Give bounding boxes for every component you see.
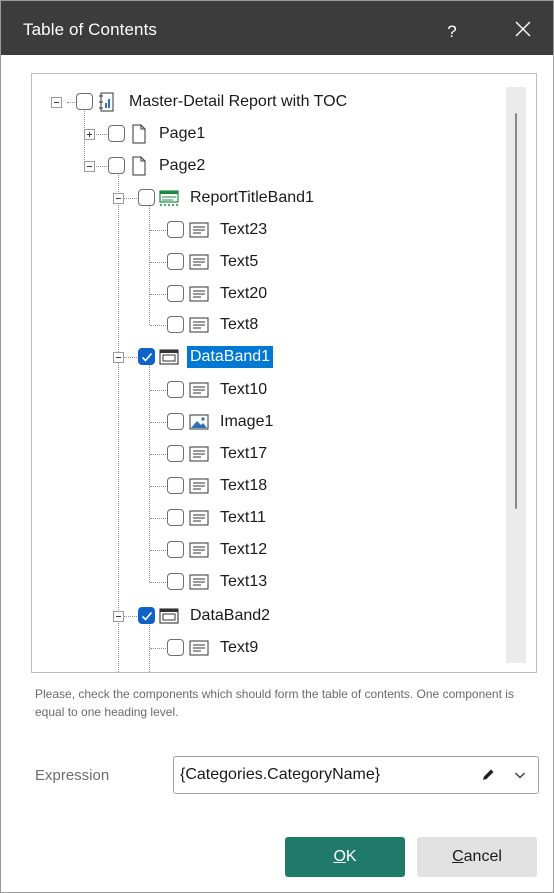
expression-value[interactable]: {Categories.CategoryName} [180,766,380,784]
help-button[interactable]: ? [427,1,477,55]
tree-checkbox[interactable] [167,221,184,238]
tree-checkbox[interactable] [167,639,184,656]
data-band-icon [159,608,179,624]
text-icon [189,574,209,590]
tree-label[interactable]: Text11 [220,507,266,529]
window-title: Table of Contents [23,20,158,39]
text-icon [189,640,209,656]
cancel-label-rest: ancel [463,848,502,865]
tree-checkbox[interactable] [108,125,125,142]
tree-label[interactable]: DataBand2 [190,605,270,627]
text-icon [189,446,209,462]
tree-line [149,205,150,325]
close-icon [515,21,531,37]
cancel-mnemonic: C [452,848,464,865]
tree-label[interactable]: Page2 [159,155,205,177]
tree-line [150,262,166,263]
tree-line [150,230,166,231]
expand-toggle[interactable] [84,129,95,140]
expression-field[interactable]: {Categories.CategoryName} [173,756,539,794]
pencil-icon[interactable] [480,767,496,783]
tree-checkbox[interactable] [167,573,184,590]
text-icon [189,478,209,494]
collapse-toggle[interactable] [113,611,124,622]
tree-checkbox[interactable] [167,316,184,333]
text-icon [189,222,209,238]
tree-line [150,648,166,649]
ok-button[interactable]: OK [285,837,405,877]
tree-checkbox[interactable] [167,253,184,270]
tree-line [150,390,166,391]
page-icon [132,156,146,176]
components-tree[interactable]: Master-Detail Report with TOC Page1 Page… [31,73,537,673]
collapse-toggle[interactable] [84,161,95,172]
tree-label[interactable]: Text18 [220,475,267,497]
text-icon [189,254,209,270]
tree-line [150,422,166,423]
image-icon [189,414,209,430]
tree-checkbox[interactable] [76,93,93,110]
collapse-toggle[interactable] [51,97,62,108]
ok-mnemonic: O [333,848,346,865]
tree-line [150,518,166,519]
check-icon [141,352,153,362]
tree-checkbox[interactable] [138,189,155,206]
tree-label[interactable]: Text23 [220,219,267,241]
tree-checkbox[interactable] [167,509,184,526]
tree-line [118,172,119,672]
tree-checkbox[interactable] [138,607,155,624]
tree-line [150,486,166,487]
tree-checkbox[interactable] [167,445,184,462]
text-icon [189,510,209,526]
tree-label[interactable]: ReportTitleBand1 [190,187,314,209]
text-icon [189,317,209,333]
data-band-icon [159,349,179,365]
tree-checkbox[interactable] [167,477,184,494]
tree-checkbox[interactable] [167,285,184,302]
title-bar: Table of Contents ? [1,1,553,55]
report-title-band-icon [159,190,179,206]
tree-label[interactable]: Text5 [220,251,258,273]
tree-line [150,454,166,455]
tree-label[interactable]: Text9 [220,637,258,659]
check-icon [141,611,153,621]
chevron-down-icon[interactable] [514,769,526,781]
cancel-button[interactable]: Cancel [417,837,537,877]
tree-label[interactable]: Text10 [220,379,267,401]
tree-label[interactable]: Text13 [220,571,267,593]
table-of-contents-dialog: Table of Contents ? Master-Detail Report… [0,0,554,893]
tree-label[interactable]: Text20 [220,283,267,305]
tree-label[interactable]: Image1 [220,411,273,433]
collapse-toggle[interactable] [113,352,124,363]
tree-checkbox[interactable] [108,157,125,174]
text-icon [189,382,209,398]
tree-label[interactable]: Text17 [220,443,267,465]
text-icon [189,542,209,558]
tree-label[interactable]: Text12 [220,539,267,561]
tree-label[interactable]: Text8 [220,314,258,336]
tree-checkbox[interactable] [138,348,155,365]
tree-line [150,582,166,583]
expression-label: Expression [35,767,110,784]
tree-label[interactable]: Page1 [159,123,205,145]
text-icon [189,286,209,302]
tree-line [150,325,166,326]
collapse-toggle[interactable] [113,193,124,204]
tree-line [150,550,166,551]
tree-checkbox[interactable] [167,541,184,558]
tree-label[interactable]: Master-Detail Report with TOC [129,91,347,113]
ok-label-rest: K [345,848,357,865]
hint-text: Please, check the components which shoul… [35,687,514,719]
tree-line [150,294,166,295]
tree-checkbox[interactable] [167,381,184,398]
scrollbar-thumb[interactable] [515,113,517,509]
close-button[interactable] [497,1,553,55]
page-icon [132,124,146,144]
report-icon [99,92,114,112]
tree-checkbox[interactable] [167,413,184,430]
tree-label-selected[interactable]: DataBand1 [187,346,274,368]
vertical-scrollbar[interactable] [506,87,526,663]
